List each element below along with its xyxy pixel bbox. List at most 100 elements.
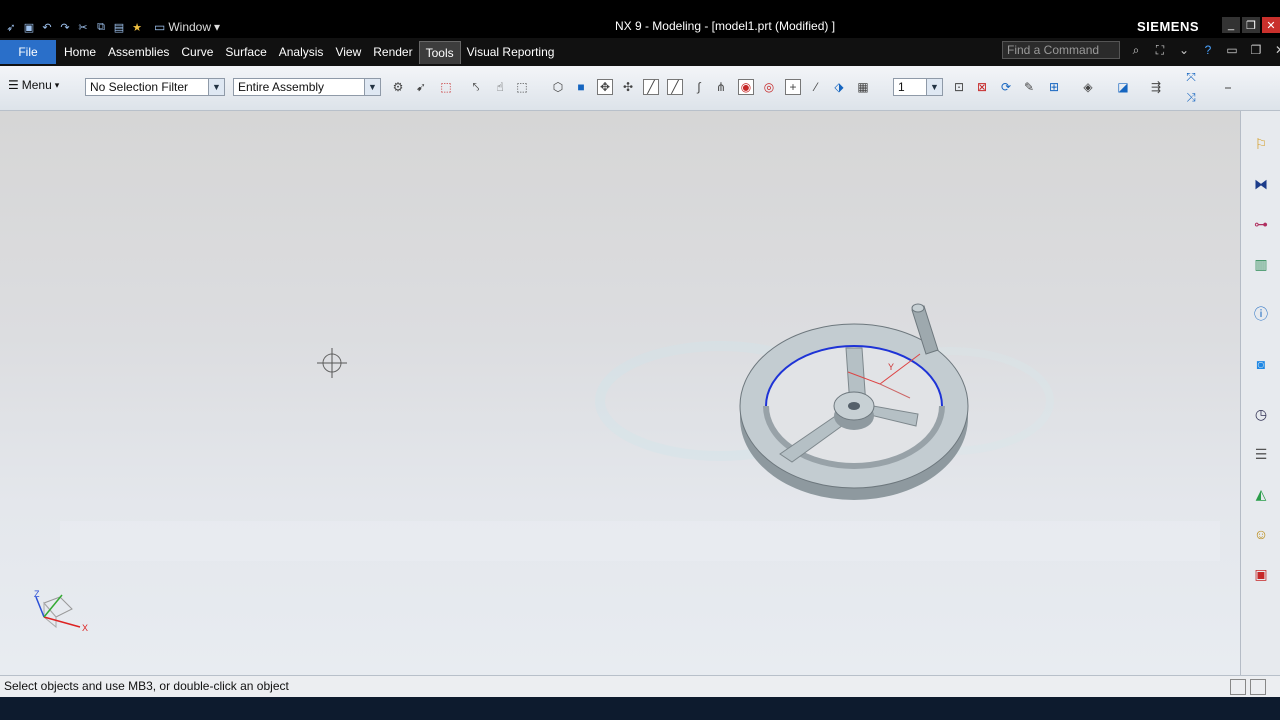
rectangle-select-icon[interactable]: ⬚ (514, 79, 530, 95)
curve-snap-icon[interactable]: ╱ (667, 79, 683, 95)
tab-analysis[interactable]: Analysis (273, 40, 330, 64)
os-taskbar (0, 697, 1280, 720)
assembly-navigator-icon[interactable]: ⚐ (1250, 133, 1272, 155)
restore-doc-icon[interactable]: ❐ (1248, 42, 1264, 58)
title-bar: ➶ ▣ ↶ ↷ ✂ ⧉ ▤ ★ ▭ Window ▾ NX 9 - Modeli… (0, 16, 1280, 38)
selection-filter-select[interactable]: No Selection Filter ▼ (85, 78, 225, 96)
line-snap-icon[interactable]: ╱ (643, 79, 659, 95)
close-doc-icon[interactable]: ✕ (1272, 42, 1280, 58)
selection-toolbar: ☰ Menu ▾ No Selection Filter ▼ Entire As… (0, 66, 1280, 111)
edit-work-part-icon[interactable]: ⤨ (1183, 89, 1199, 105)
tab-surface[interactable]: Surface (219, 40, 272, 64)
selection-filter-value: No Selection Filter (90, 80, 189, 94)
spline-icon[interactable]: ∫ (691, 79, 707, 95)
orient-view-icon[interactable]: ◪ (1115, 79, 1131, 95)
fit-icon[interactable]: ⊡ (951, 79, 967, 95)
command-finder-input[interactable]: Find a Command (1002, 41, 1120, 59)
existing-point-icon[interactable]: + (785, 79, 801, 95)
window-title: NX 9 - Modeling - [model1.prt (Modified)… (614, 19, 836, 33)
brand-logo: SIEMENS (1137, 19, 1200, 34)
csys-y-label: Y (888, 362, 894, 372)
fit-window-icon[interactable]: ⛶ (1152, 42, 1168, 58)
reuse-library-icon[interactable]: ▥ (1250, 253, 1272, 275)
view-layout-icon[interactable]: ⊞ (1046, 79, 1062, 95)
window-controls: _ ❐ ✕ (1222, 17, 1280, 33)
point-on-face-icon[interactable]: ⬗ (831, 79, 847, 95)
hand-pointer-icon[interactable]: ☝ (492, 79, 508, 95)
scope-select[interactable]: Entire Assembly ▼ (233, 78, 381, 96)
bounded-grid-icon[interactable]: ▦ (855, 79, 871, 95)
graphics-window[interactable]: Y X Z (0, 111, 1240, 675)
ribbon-tabs: Home Assemblies Curve Surface Analysis V… (58, 40, 560, 64)
triad-x-label: X (82, 623, 88, 633)
crosshair-cursor-icon (317, 348, 347, 378)
layer-value: 1 (898, 80, 905, 94)
tab-curve[interactable]: Curve (175, 40, 219, 64)
menu-label: Menu (21, 78, 52, 92)
quadrant-point-icon[interactable]: ◎ (761, 79, 777, 95)
help-icon[interactable]: ? (1200, 42, 1216, 58)
handwheel-model[interactable]: Y (739, 303, 969, 500)
chevron-down-icon: ▼ (926, 79, 942, 95)
tab-assemblies[interactable]: Assemblies (102, 40, 175, 64)
system-scenes-icon[interactable]: ▣ (1250, 563, 1272, 585)
status-message: Select objects and use MB3, or double-cl… (4, 679, 289, 693)
ribbon-bar: File Home Assemblies Curve Surface Analy… (0, 38, 1280, 66)
tab-render[interactable]: Render (367, 40, 418, 64)
rotate-icon[interactable]: ⟳ (998, 79, 1014, 95)
view-triad: X Z (34, 589, 88, 633)
chevron-down-icon[interactable]: ⌄ (1176, 42, 1192, 58)
tab-visual-reporting[interactable]: Visual Reporting (461, 40, 561, 64)
menu-icon: ☰ (8, 78, 19, 92)
show-hide-icon[interactable]: ⇶ (1148, 79, 1164, 95)
layout-toggle-icon[interactable] (1250, 679, 1266, 695)
cube-icon[interactable]: ■ (573, 79, 589, 95)
general-selection-icon[interactable]: ⬚ (438, 79, 454, 95)
tab-file[interactable]: File (0, 40, 56, 64)
tab-view[interactable]: View (329, 40, 367, 64)
select-feature-icon[interactable]: ⤣ (468, 79, 484, 95)
scope-value: Entire Assembly (238, 80, 325, 94)
toolbar-options-icon[interactable]: ⎯ (1220, 79, 1236, 95)
top-black-strip (0, 0, 1280, 16)
work-layer-icon[interactable]: ⤧ (1183, 69, 1199, 85)
menu-button[interactable]: ☰ Menu ▾ (8, 78, 59, 92)
resource-bar: ⚐ ⧓ ⊶ ▥ ⓘ ◙ ◷ ☰ ◭ ☺ ▣ (1240, 111, 1280, 675)
select-all-icon[interactable]: ✥ (597, 79, 613, 95)
pointer-icon[interactable]: ➹ (413, 79, 429, 95)
point-on-curve-icon[interactable]: ⁄ (808, 79, 824, 95)
select-gear-icon[interactable]: ⚙ (390, 79, 406, 95)
model-view: Y X Z (34, 303, 1220, 633)
search-icon[interactable]: ⌕ (1128, 42, 1144, 58)
history-icon[interactable]: ◷ (1250, 403, 1272, 425)
system-materials-icon[interactable]: ☰ (1250, 443, 1272, 465)
arc-center-icon[interactable]: ◉ (738, 79, 754, 95)
ribbon-right-controls: ⌕ ⛶ ⌄ ? ▭ ❐ ✕ (1128, 42, 1280, 58)
minimize-doc-icon[interactable]: ▭ (1224, 42, 1240, 58)
constraint-navigator-icon[interactable]: ⧓ (1250, 173, 1272, 195)
ghost-background (60, 341, 1220, 561)
chevron-down-icon: ▾ (54, 79, 60, 90)
status-bar: Select objects and use MB3, or double-cl… (0, 675, 1280, 697)
roles-icon[interactable]: ☺ (1250, 523, 1272, 545)
intersection-icon[interactable]: ⋔ (713, 79, 729, 95)
hd3d-tools-icon[interactable]: ⓘ (1250, 303, 1272, 325)
part-navigator-icon[interactable]: ⊶ (1250, 213, 1272, 235)
move-icon[interactable]: ✣ (620, 79, 636, 95)
render-style-icon[interactable]: ◈ (1080, 79, 1096, 95)
triad-z-label: Z (34, 589, 40, 599)
process-studio-icon[interactable]: ◭ (1250, 483, 1272, 505)
chevron-down-icon: ▼ (364, 79, 380, 95)
minimize-button[interactable]: _ (1222, 17, 1240, 33)
web-browser-icon[interactable]: ◙ (1250, 353, 1272, 375)
zoom-icon[interactable]: ⊠ (974, 79, 990, 95)
layer-select[interactable]: 1 ▼ (893, 78, 943, 96)
tab-home[interactable]: Home (58, 40, 102, 64)
close-button[interactable]: ✕ (1262, 17, 1280, 33)
pan-icon[interactable]: ✎ (1021, 79, 1037, 95)
solid-body-icon[interactable]: ⬡ (550, 79, 566, 95)
full-screen-icon[interactable] (1230, 679, 1246, 695)
maximize-button[interactable]: ❐ (1242, 17, 1260, 33)
tab-tools[interactable]: Tools (418, 40, 461, 64)
chevron-down-icon: ▼ (208, 79, 224, 95)
